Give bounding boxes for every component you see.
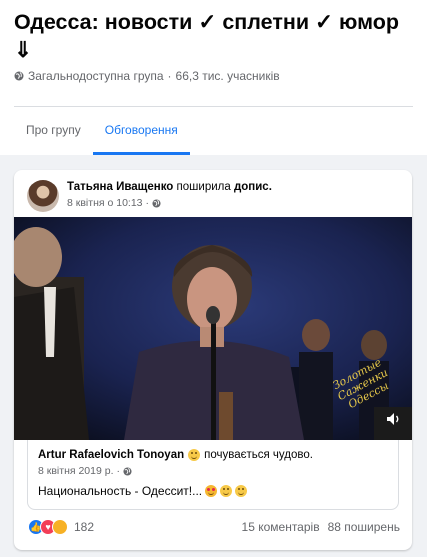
heart-eyes-emoji-icon — [205, 485, 218, 497]
post-meta: 8 квітня о 10:13 · — [67, 197, 161, 209]
shared-author-line: Artur Rafaelovich Tonoyan почувається чу… — [38, 449, 313, 461]
comments-count[interactable]: 15 коментарів — [242, 520, 320, 534]
shared-date[interactable]: 8 квітня 2019 р. — [38, 465, 114, 477]
shared-feeling: почувається чудово. — [204, 449, 313, 461]
haha-reaction-icon — [52, 519, 68, 535]
reaction-count: 182 — [74, 520, 95, 534]
post-card: Татьяна Иващенко поширила допис. 8 квітн… — [14, 170, 412, 550]
shares-count[interactable]: 88 поширень — [328, 520, 400, 534]
globe-icon — [123, 466, 132, 476]
shared-video[interactable]: Золотые Саженки Одессы — [14, 217, 412, 440]
shared-text-line: Национальность - Одессит!... — [38, 484, 248, 498]
post-stats: 15 коментарів 88 поширень — [242, 520, 400, 534]
group-privacy: Загальнодоступна група — [28, 69, 164, 83]
reactions-summary[interactable]: 👍 ♥ 182 — [28, 519, 94, 535]
group-tabs: Про групу Обговорення — [14, 107, 190, 155]
shared-author-name[interactable]: Artur Rafaelovich Tonoyan — [38, 449, 184, 461]
shared-meta-separator: · — [116, 465, 121, 477]
shared-meta: 8 квітня 2019 р. · — [38, 465, 132, 477]
post-action: поширила — [176, 181, 231, 193]
author-avatar[interactable] — [27, 180, 59, 212]
group-title[interactable]: Одесса: новости ✓ сплетни ✓ юмор ⇓ — [14, 8, 414, 64]
post-author-line: Татьяна Иващенко поширила допис. — [67, 181, 272, 193]
smile-emoji-icon — [188, 449, 201, 461]
group-header: Одесса: новости ✓ сплетни ✓ юмор ⇓ Загал… — [0, 0, 427, 155]
globe-icon — [152, 198, 161, 208]
smile-emoji-icon — [235, 485, 248, 497]
group-meta: Загальнодоступна група · 66,3 тис. учасн… — [14, 69, 280, 83]
smile-emoji-icon — [220, 485, 233, 497]
tab-about[interactable]: Про групу — [14, 107, 93, 155]
meta-separator: · — [167, 69, 172, 83]
post-meta-separator: · — [145, 197, 150, 209]
post-object-link[interactable]: допис. — [234, 181, 272, 193]
globe-icon — [14, 71, 24, 81]
shared-post[interactable]: Artur Rafaelovich Tonoyan почувається чу… — [27, 440, 399, 510]
shared-text: Национальность - Одессит!... — [38, 484, 203, 498]
volume-icon[interactable] — [386, 412, 402, 426]
group-members[interactable]: 66,3 тис. учасників — [176, 69, 280, 83]
post-author-name[interactable]: Татьяна Иващенко — [67, 181, 173, 193]
tab-discussion[interactable]: Обговорення — [92, 107, 190, 155]
post-date[interactable]: 8 квітня о 10:13 — [67, 197, 143, 209]
